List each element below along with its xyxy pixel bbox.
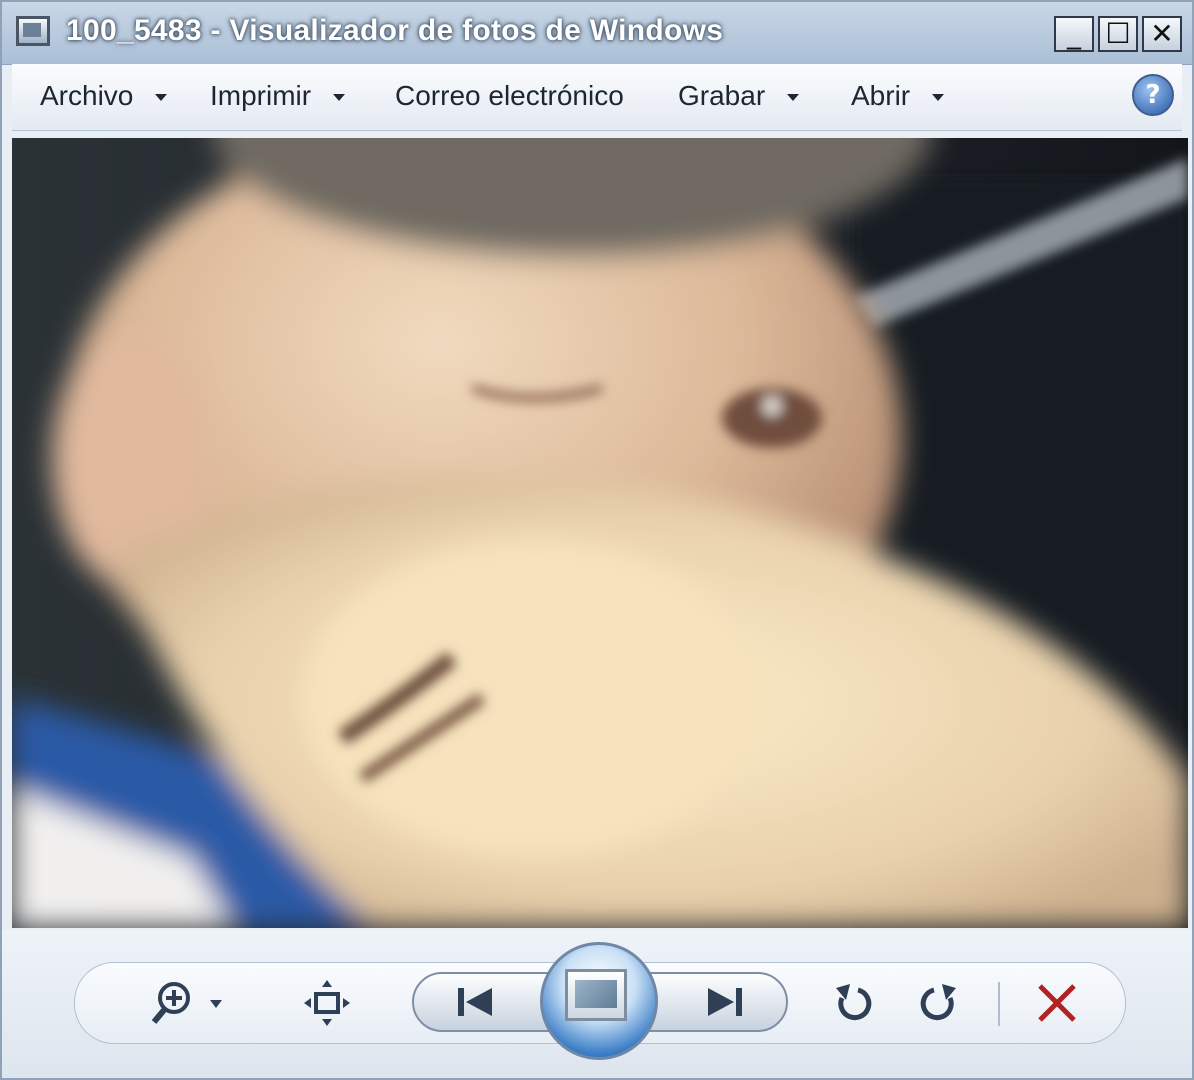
slideshow-button[interactable] — [540, 942, 658, 1060]
rotate-counterclockwise-icon — [836, 984, 872, 1021]
zoom-button[interactable] — [151, 978, 232, 1028]
chevron-down-icon — [932, 94, 945, 102]
delete-button[interactable] — [1034, 980, 1080, 1026]
rotate-counterclockwise-button[interactable] — [828, 978, 878, 1028]
fit-to-window-icon — [304, 980, 350, 1026]
zoom-icon — [151, 982, 222, 1024]
menu-archivo-label: Archivo — [40, 80, 134, 111]
chevron-down-icon — [155, 94, 168, 102]
photo-viewer-window: 100_5483 - Visualizador de fotos de Wind… — [0, 0, 1194, 1080]
chevron-down-icon — [787, 94, 800, 102]
menu-grabar-label: Grabar — [678, 80, 766, 111]
help-icon[interactable]: ? — [1132, 74, 1174, 116]
rotate-clockwise-button[interactable] — [914, 978, 964, 1028]
photo-display[interactable] — [12, 138, 1188, 928]
maximize-button[interactable]: ☐ — [1098, 16, 1138, 52]
delete-icon — [1038, 984, 1076, 1022]
title-bar[interactable]: 100_5483 - Visualizador de fotos de Wind… — [2, 2, 1192, 65]
menu-grabar[interactable]: Grabar — [678, 80, 800, 112]
fit-to-window-button[interactable] — [302, 978, 352, 1028]
chevron-down-icon — [333, 94, 346, 102]
menu-archivo[interactable]: Archivo — [40, 80, 168, 112]
next-icon — [708, 988, 742, 1016]
previous-icon — [458, 988, 492, 1016]
control-bar — [2, 930, 1192, 1078]
menu-imprimir[interactable]: Imprimir — [210, 80, 346, 112]
menu-toolbar: Archivo Imprimir Correo electrónico Grab… — [12, 64, 1182, 131]
menu-correo-label: Correo electrónico — [395, 80, 624, 111]
photo-image — [12, 138, 1188, 928]
next-button[interactable] — [638, 972, 788, 1032]
photo-viewer-app-icon[interactable] — [16, 16, 50, 46]
rotate-clockwise-icon — [920, 984, 956, 1021]
menu-imprimir-label: Imprimir — [210, 80, 312, 111]
window-title: 100_5483 - Visualizador de fotos de Wind… — [66, 14, 724, 47]
menu-correo-electronico[interactable]: Correo electrónico — [395, 80, 624, 112]
close-button[interactable]: ✕ — [1142, 16, 1182, 52]
minimize-button[interactable]: _ — [1054, 16, 1094, 52]
slideshow-icon — [565, 969, 627, 1021]
control-separator — [998, 982, 1000, 1026]
menu-abrir[interactable]: Abrir — [851, 80, 945, 112]
menu-abrir-label: Abrir — [851, 80, 911, 111]
